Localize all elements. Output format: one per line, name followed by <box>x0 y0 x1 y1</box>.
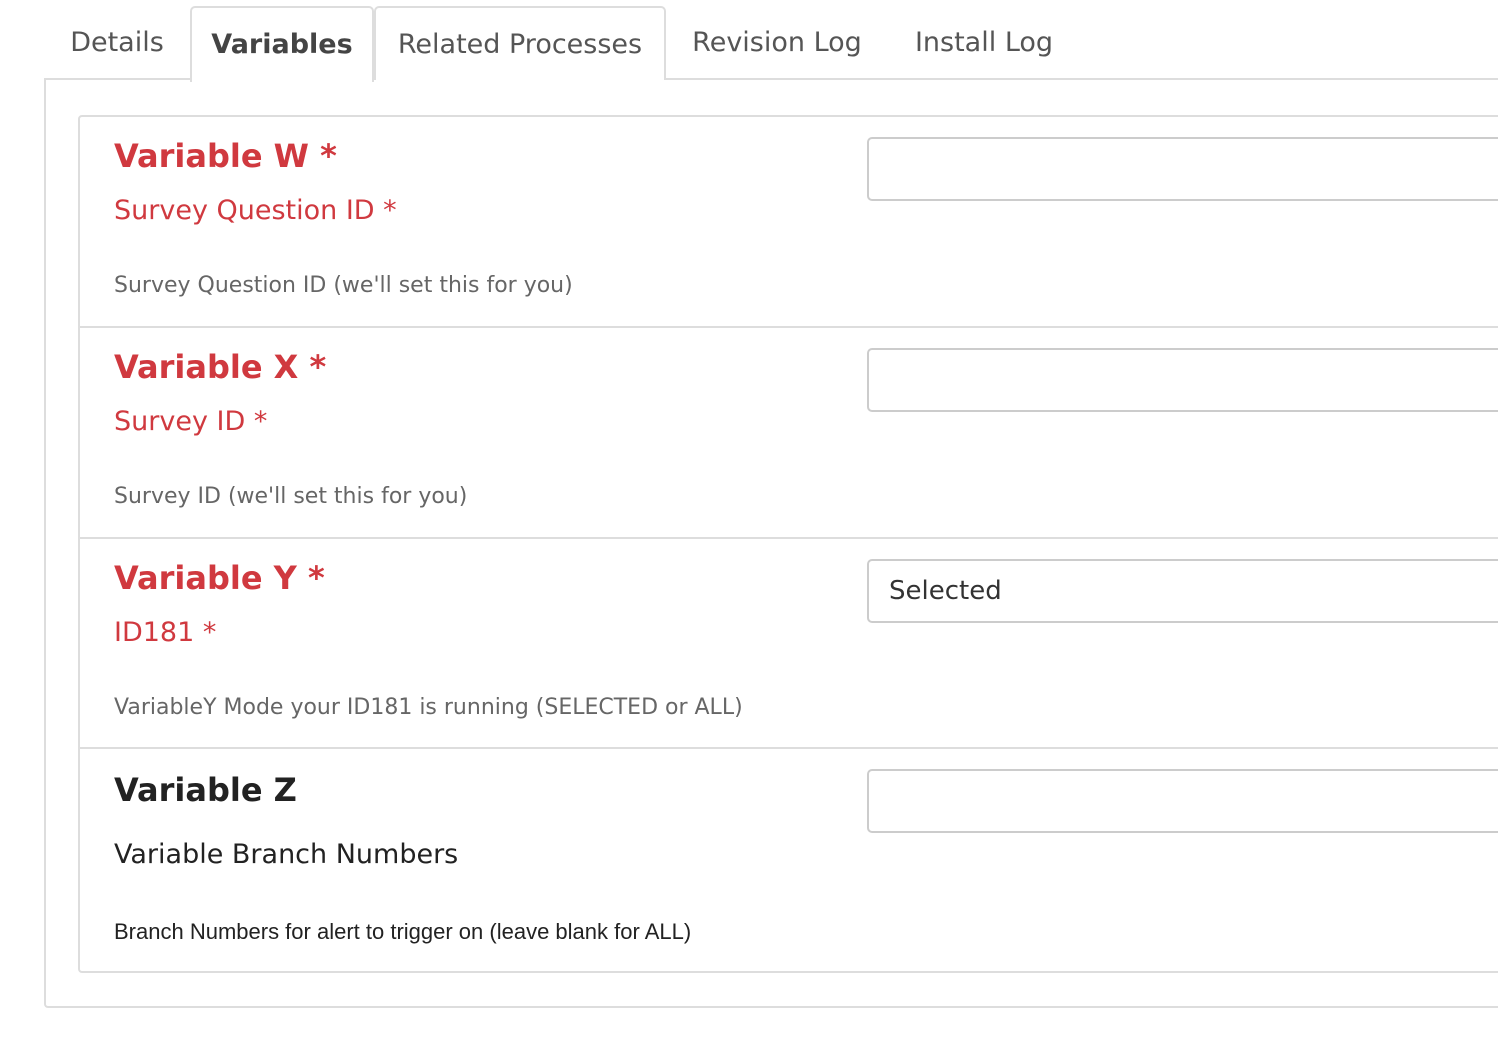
variable-y-subtitle: ID181 * <box>114 617 217 648</box>
variable-x-help: Survey ID (we'll set this for you) <box>114 484 468 509</box>
tab-details-label: Details <box>70 27 164 58</box>
variable-w-title: Variable W * <box>114 137 337 175</box>
page: Details Variables Related Processes Revi… <box>0 0 1498 1043</box>
variable-row-x: Variable X * Survey ID * Survey ID (we'l… <box>80 328 1498 539</box>
tab-variables[interactable]: Variables <box>190 6 374 82</box>
variable-row-y: Variable Y * ID181 * VariableY Mode your… <box>80 539 1498 749</box>
variable-z-help: Branch Numbers for alert to trigger on (… <box>114 919 692 944</box>
variable-row-z: Variable Z Variable Branch Numbers Branc… <box>80 749 1498 971</box>
variables-list: Variable W * Survey Question ID * Survey… <box>78 115 1498 973</box>
variable-x-subtitle: Survey ID * <box>114 406 268 437</box>
variable-w-input[interactable] <box>867 137 1498 201</box>
variable-z-subtitle: Variable Branch Numbers <box>114 839 459 870</box>
tab-revision-log-label: Revision Log <box>692 27 862 58</box>
variable-z-title: Variable Z <box>114 771 297 809</box>
variable-z-branch-input[interactable] <box>867 769 1498 833</box>
variable-y-mode-input[interactable] <box>867 559 1498 623</box>
variable-x-title: Variable X * <box>114 348 327 386</box>
variable-row-w: Variable W * Survey Question ID * Survey… <box>80 117 1498 328</box>
variable-x-input[interactable] <box>867 348 1498 412</box>
tab-revision-log[interactable]: Revision Log <box>666 6 888 80</box>
tab-install-log[interactable]: Install Log <box>888 6 1080 80</box>
variable-y-title: Variable Y * <box>114 559 325 597</box>
tab-details[interactable]: Details <box>44 6 190 80</box>
tab-bar: Details Variables Related Processes Revi… <box>44 0 1498 82</box>
tab-related-processes-label: Related Processes <box>397 29 643 60</box>
tab-related-processes[interactable]: Related Processes <box>374 6 666 80</box>
tab-install-log-label: Install Log <box>914 27 1054 58</box>
variable-y-help: VariableY Mode your ID181 is running (SE… <box>114 695 743 720</box>
variable-w-subtitle: Survey Question ID * <box>114 195 397 226</box>
variable-w-help: Survey Question ID (we'll set this for y… <box>114 273 573 298</box>
tab-variables-label: Variables <box>211 29 353 60</box>
